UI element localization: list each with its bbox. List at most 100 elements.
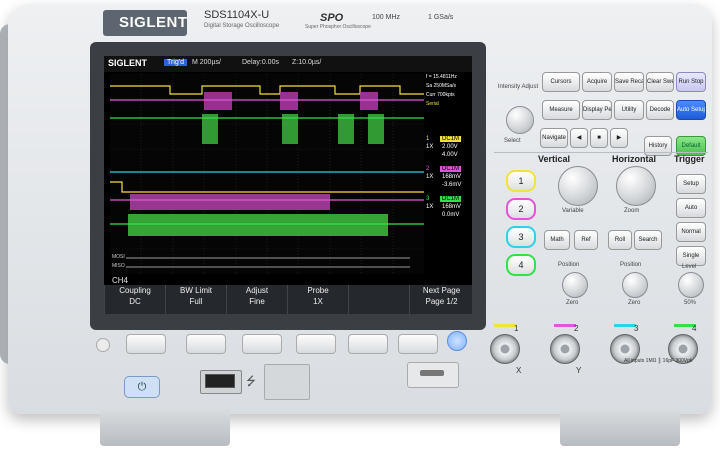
- softkey-menu-bar: Coupling DC BW Limit Full Adjust Fine Probe…: [104, 285, 472, 314]
- input-label-1: 1: [514, 324, 519, 333]
- input-label-3: 3: [634, 324, 639, 333]
- ch1-block-offset: 4.00V: [442, 152, 458, 158]
- ch1-bnc-input[interactable]: [490, 334, 520, 364]
- ch1-button[interactable]: 1: [506, 170, 536, 192]
- display-screen: SIGLENT Trig'd M 200µs/ Delay:0.00s Z:10…: [104, 56, 472, 314]
- y-input-label: Y: [576, 366, 582, 375]
- menu-toggle-button[interactable]: [96, 338, 110, 352]
- cursors-button[interactable]: Cursors: [542, 72, 580, 92]
- run-stop-button[interactable]: Run Stop: [676, 72, 706, 92]
- horizontal-position-knob[interactable]: [622, 272, 648, 298]
- roll-button[interactable]: Roll: [608, 230, 632, 250]
- menu-adjust: Adjust Fine: [226, 285, 287, 314]
- menu-probe: Probe 1X: [287, 285, 348, 314]
- ch1-color-stripe: [494, 324, 516, 327]
- ref-button[interactable]: Ref: [574, 230, 598, 250]
- search-button[interactable]: Search: [634, 230, 662, 250]
- ch4-button[interactable]: 4: [506, 254, 536, 276]
- timebase-readout: M 200µs/: [192, 59, 221, 66]
- menu-next-page-value: Page 1/2: [425, 297, 458, 306]
- sample-rate-spec: 1 GSa/s: [428, 14, 454, 21]
- power-button[interactable]: ⏻: [124, 376, 160, 398]
- softkey-3[interactable]: [242, 334, 282, 354]
- menu-coupling-value: DC: [129, 297, 141, 306]
- ch1-block-num: 1: [426, 136, 430, 142]
- intensity-knob[interactable]: [506, 106, 534, 134]
- ch2-block-num: 2: [426, 166, 430, 172]
- math-button[interactable]: Math: [544, 230, 570, 250]
- measure-button[interactable]: Measure: [542, 100, 580, 120]
- softkey-5[interactable]: [348, 334, 388, 354]
- trigger-normal-button[interactable]: Normal: [676, 222, 706, 242]
- ch2-button[interactable]: 2: [506, 198, 536, 220]
- waveform-grid: [110, 74, 424, 274]
- ch2-bnc-input[interactable]: [550, 334, 580, 364]
- nav-prev-icon: ◀: [576, 135, 582, 141]
- port-cover: [264, 364, 310, 400]
- history-button[interactable]: History: [644, 136, 672, 156]
- usb-icon: ⭍: [246, 374, 256, 388]
- nav-next-icon: ▶: [616, 135, 622, 141]
- softkey-4[interactable]: [296, 334, 336, 354]
- nav-stop-button[interactable]: ■: [590, 128, 608, 148]
- vertical-position-knob[interactable]: [562, 272, 588, 298]
- vertical-scale-knob[interactable]: [558, 166, 598, 206]
- softkey-2[interactable]: [186, 334, 226, 354]
- menu-coupling-label: Coupling: [119, 286, 151, 295]
- usb-port[interactable]: [205, 374, 235, 388]
- nav-next-button[interactable]: ▶: [610, 128, 628, 148]
- menu-probe-label: Probe: [307, 286, 329, 295]
- model-subtitle: Digital Storage Oscilloscope: [204, 23, 280, 29]
- spo-logo: SPO: [320, 12, 344, 24]
- spo-subtitle: Super Phosphor Oscilloscope: [305, 24, 371, 30]
- status-bar: SIGLENT Trig'd M 200µs/ Delay:0.00s Z:10…: [104, 56, 472, 72]
- horizontal-scale-knob[interactable]: [616, 166, 656, 206]
- menu-next-page: Next Page Page 1/2: [409, 285, 472, 314]
- save-recall-button[interactable]: Save Recall: [614, 72, 644, 92]
- screen-logo: SIGLENT: [108, 58, 148, 68]
- softkey-1[interactable]: [126, 334, 166, 354]
- panel-divider: [494, 152, 708, 153]
- acquire-button[interactable]: Acquire: [582, 72, 612, 92]
- right-info-panel: f = 15.4811Hz Sa 250MSa/s Curr 700kpts S…: [426, 74, 470, 274]
- ch1-block-coupling: DC1M: [440, 136, 462, 142]
- frequency-readout: f = 15.4811Hz: [426, 74, 457, 80]
- softkey-6[interactable]: [398, 334, 438, 354]
- decode-button[interactable]: Decode: [646, 100, 674, 120]
- model-name: SDS1104X-U: [204, 9, 270, 21]
- ch3-block-scale: 168mV: [442, 204, 462, 210]
- display-persist-button[interactable]: Display Persist: [582, 100, 612, 120]
- ch2-block-scale: 168mV: [442, 174, 462, 180]
- trigger-section-label: Trigger: [674, 154, 705, 164]
- default-button[interactable]: Default: [676, 136, 706, 156]
- vertical-zero-label: Zero: [566, 300, 579, 306]
- variable-label: Variable: [562, 208, 584, 214]
- bus-label-miso: MISO: [112, 263, 125, 269]
- utility-button[interactable]: Utility: [614, 100, 644, 120]
- nav-prev-button[interactable]: ◀: [570, 128, 588, 148]
- trigger-level-knob[interactable]: [678, 272, 704, 298]
- trigger-auto-button[interactable]: Auto: [676, 198, 706, 218]
- sample-rate-readout: Sa 250MSa/s: [426, 83, 457, 89]
- clear-sweeps-button[interactable]: Clear Sweeps: [646, 72, 674, 92]
- menu-adjust-value: Fine: [249, 297, 265, 306]
- probe-comp-hook[interactable]: [420, 370, 444, 376]
- ch2-block-offset: -3.6mV: [442, 182, 462, 188]
- input-label-2: 2: [574, 324, 579, 333]
- vertical-section-label: Vertical: [538, 154, 571, 164]
- ch2-block-coupling: DC1M: [440, 166, 462, 172]
- ch3-color-stripe: [614, 324, 636, 327]
- ch3-block-offset: 0.0mV: [442, 212, 460, 218]
- navigate-button[interactable]: Navigate: [540, 128, 568, 148]
- vertical-position-label: Position: [558, 262, 580, 268]
- auto-setup-button[interactable]: Auto Setup: [676, 100, 706, 120]
- menu-off-button[interactable]: [447, 331, 467, 351]
- ch1-block-scale: 2.00V: [442, 144, 458, 150]
- ch3-button[interactable]: 3: [506, 226, 536, 248]
- trigger-single-button[interactable]: Single: [676, 246, 706, 266]
- channel-menu-title: CH4: [112, 276, 129, 285]
- fifty-percent-label: 50%: [684, 300, 697, 306]
- horizontal-section-label: Horizontal: [612, 154, 656, 164]
- control-panel: Intensity Adjust Select Cursors Acquire …: [490, 58, 712, 378]
- trigger-setup-button[interactable]: Setup: [676, 174, 706, 194]
